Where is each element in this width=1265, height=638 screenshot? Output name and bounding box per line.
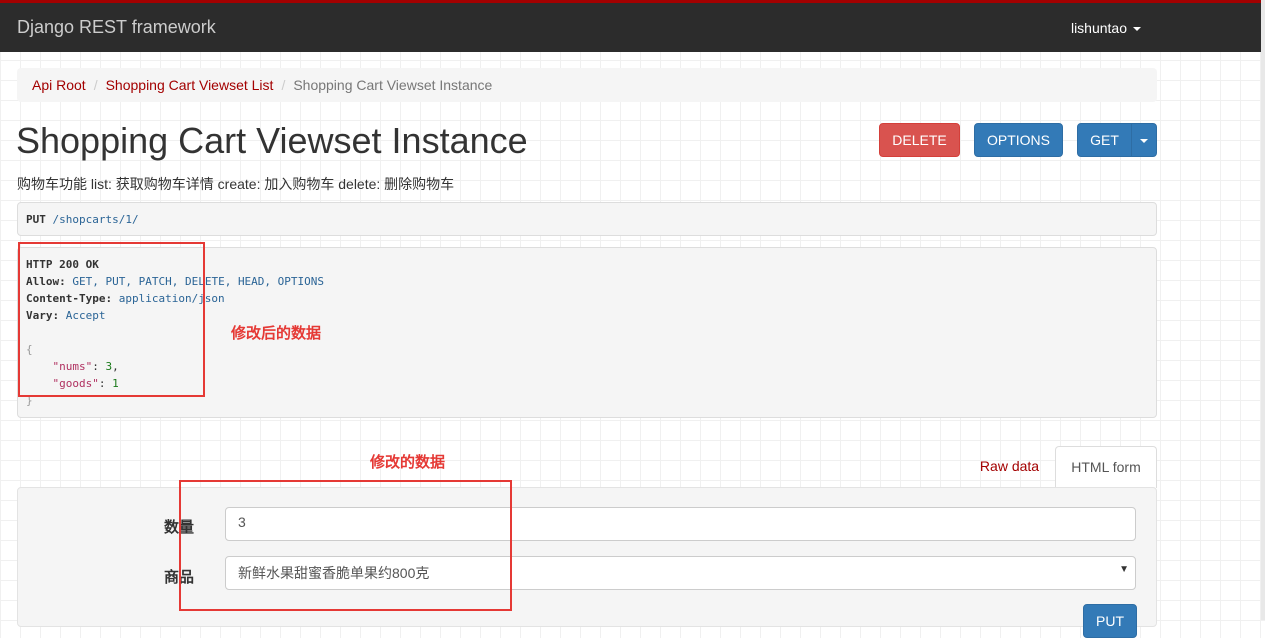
breadcrumb-api-root[interactable]: Api Root <box>32 77 86 93</box>
options-button[interactable]: OPTIONS <box>974 123 1063 157</box>
page-description: 购物车功能 list: 获取购物车详情 create: 加入购物车 delete… <box>17 176 455 192</box>
chevron-down-icon <box>1140 139 1148 144</box>
request-path: /shopcarts/1/ <box>52 213 139 226</box>
page-title: Shopping Cart Viewset Instance <box>16 120 528 161</box>
navbar: Django REST framework lishuntao <box>0 0 1261 52</box>
annotation-box-form <box>179 480 512 611</box>
get-format-dropdown[interactable] <box>1131 123 1157 157</box>
user-name: lishuntao <box>1070 20 1127 36</box>
breadcrumb-separator: / <box>93 77 98 93</box>
select-arrow-icon: ▼ <box>1119 564 1129 575</box>
tab-raw-data[interactable]: Raw data <box>967 446 1052 487</box>
breadcrumb-active: Shopping Cart Viewset Instance <box>293 77 493 93</box>
tab-html-form[interactable]: HTML form <box>1055 446 1157 488</box>
delete-button[interactable]: DELETE <box>879 123 960 157</box>
request-method: PUT <box>26 213 46 226</box>
brand-link[interactable]: Django REST framework <box>17 17 216 38</box>
chevron-down-icon <box>1133 27 1141 32</box>
annotation-edit-data: 修改的数据 <box>370 454 446 471</box>
put-button[interactable]: PUT <box>1083 604 1137 638</box>
breadcrumb-separator: / <box>281 77 286 93</box>
request-info: PUT /shopcarts/1/ <box>17 202 1157 236</box>
breadcrumb-list[interactable]: Shopping Cart Viewset List <box>106 77 274 93</box>
get-button[interactable]: GET <box>1077 123 1132 157</box>
annotation-box-response <box>18 242 205 397</box>
user-menu[interactable]: lishuntao <box>1071 20 1141 36</box>
annotation-modified-data: 修改后的数据 <box>231 325 322 342</box>
page-edge <box>1261 0 1265 620</box>
breadcrumb: Api Root / Shopping Cart Viewset List / Shop… <box>17 68 1157 102</box>
